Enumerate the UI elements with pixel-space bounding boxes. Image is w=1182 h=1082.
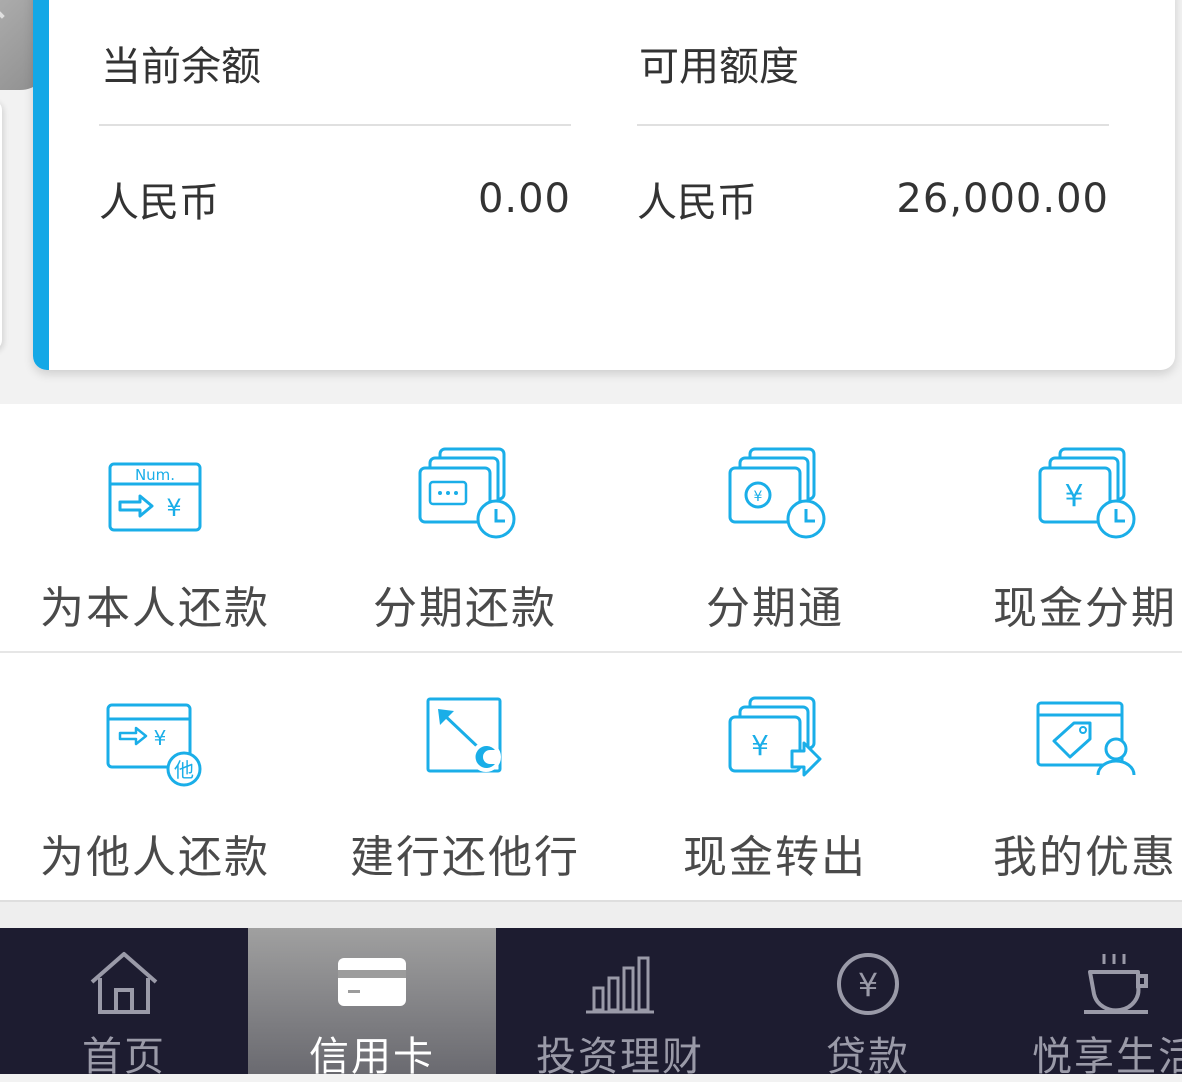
home-icon bbox=[90, 952, 158, 1014]
cash-transfer-out-label: 现金转出 bbox=[683, 832, 867, 883]
tab-lifestyle[interactable]: 悦享生活 bbox=[992, 928, 1182, 1080]
svg-text:¥: ¥ bbox=[754, 489, 763, 505]
cash-installment-label: 现金分期 bbox=[993, 583, 1177, 634]
function-menu: Num. ¥ 为本人还款 分期还款 ¥ 分期通 ¥ 现金分期 ¥ 他 为他人还款… bbox=[0, 404, 1182, 900]
menu-item-repay-self[interactable]: Num. ¥ 为本人还款 bbox=[0, 404, 310, 651]
menu-item-installment-pass[interactable]: ¥ 分期通 bbox=[620, 404, 930, 651]
section-divider bbox=[0, 900, 1182, 930]
installment-repay-label: 分期还款 bbox=[373, 583, 557, 634]
tab-home[interactable]: 首页 bbox=[0, 928, 248, 1080]
svg-text:¥: ¥ bbox=[154, 726, 167, 750]
available-credit-row: 人民币 26,000.00 bbox=[637, 126, 1109, 272]
menu-row-1: Num. ¥ 为本人还款 分期还款 ¥ 分期通 ¥ 现金分期 bbox=[0, 404, 1182, 653]
svg-text:¥: ¥ bbox=[858, 966, 878, 1004]
repay-others-icon: ¥ 他 bbox=[106, 703, 202, 787]
credit-card-icon bbox=[338, 958, 406, 1006]
menu-item-cash-transfer-out[interactable]: ¥ 现金转出 bbox=[620, 653, 930, 900]
menu-item-cash-installment[interactable]: ¥ 现金分期 bbox=[930, 404, 1182, 651]
tab-investment-label: 投资理财 bbox=[536, 1034, 704, 1080]
bottom-tab-bar: 首页 信用卡 投资理财 ¥ 贷款 悦享生活 bbox=[0, 928, 1182, 1080]
other-icon-text: 他 bbox=[174, 758, 194, 782]
tab-lifestyle-label: 悦享生活 bbox=[1032, 1034, 1182, 1080]
installment-repay-icon bbox=[418, 447, 516, 539]
coffee-cup-icon bbox=[1084, 954, 1148, 1014]
account-card: 当前余额 人民币 0.00 可用额度 人民币 26,000.00 bbox=[33, 0, 1175, 370]
available-credit-section: 可用额度 人民币 26,000.00 bbox=[637, 0, 1109, 272]
repay-self-label: 为本人还款 bbox=[40, 583, 270, 634]
menu-item-ccb-repay-other-bank[interactable]: 建行还他行 bbox=[310, 653, 620, 900]
num-icon-text: Num. bbox=[135, 466, 175, 484]
tab-credit-card[interactable]: 信用卡 bbox=[248, 928, 496, 1080]
my-offers-icon bbox=[1036, 701, 1136, 776]
my-offers-label: 我的优惠 bbox=[993, 832, 1177, 883]
tab-loan[interactable]: ¥ 贷款 bbox=[744, 928, 992, 1080]
repay-self-icon: Num. ¥ bbox=[108, 462, 202, 532]
card-accent-bar bbox=[33, 0, 49, 370]
tab-credit-card-label: 信用卡 bbox=[309, 1034, 435, 1080]
ccb-repay-other-bank-icon bbox=[426, 697, 502, 773]
slash-icon bbox=[0, 0, 5, 19]
available-credit-title: 可用额度 bbox=[637, 0, 1109, 126]
cash-transfer-out-icon: ¥ bbox=[728, 696, 822, 777]
svg-text:¥: ¥ bbox=[166, 494, 181, 522]
menu-row-2: ¥ 他 为他人还款 建行还他行 ¥ 现金转出 我的优惠 bbox=[0, 653, 1182, 900]
installment-pass-label: 分期通 bbox=[706, 583, 844, 634]
svg-text:¥: ¥ bbox=[751, 729, 769, 762]
tab-home-label: 首页 bbox=[82, 1034, 166, 1080]
current-balance-section: 当前余额 人民币 0.00 bbox=[99, 0, 571, 272]
current-balance-title: 当前余额 bbox=[99, 0, 571, 126]
previous-card-edge[interactable] bbox=[0, 100, 2, 350]
menu-item-installment-repay[interactable]: 分期还款 bbox=[310, 404, 620, 651]
current-balance-row: 人民币 0.00 bbox=[99, 126, 571, 272]
bar-chart-icon bbox=[586, 956, 654, 1014]
menu-item-my-offers[interactable]: 我的优惠 bbox=[930, 653, 1182, 900]
tab-investment[interactable]: 投资理财 bbox=[496, 928, 744, 1080]
svg-text:¥: ¥ bbox=[1064, 479, 1083, 514]
tab-loan-label: 贷款 bbox=[826, 1034, 910, 1080]
ccb-repay-other-bank-label: 建行还他行 bbox=[350, 832, 580, 883]
current-balance-currency: 人民币 bbox=[99, 180, 219, 226]
installment-pass-icon: ¥ bbox=[728, 447, 826, 539]
available-credit-amount: 26,000.00 bbox=[896, 176, 1109, 222]
cash-installment-icon: ¥ bbox=[1038, 447, 1136, 539]
menu-item-repay-others[interactable]: ¥ 他 为他人还款 bbox=[0, 653, 310, 900]
current-balance-amount: 0.00 bbox=[477, 176, 571, 222]
repay-others-label: 为他人还款 bbox=[40, 832, 270, 883]
available-credit-currency: 人民币 bbox=[637, 180, 757, 226]
yuan-coin-icon: ¥ bbox=[837, 953, 899, 1015]
